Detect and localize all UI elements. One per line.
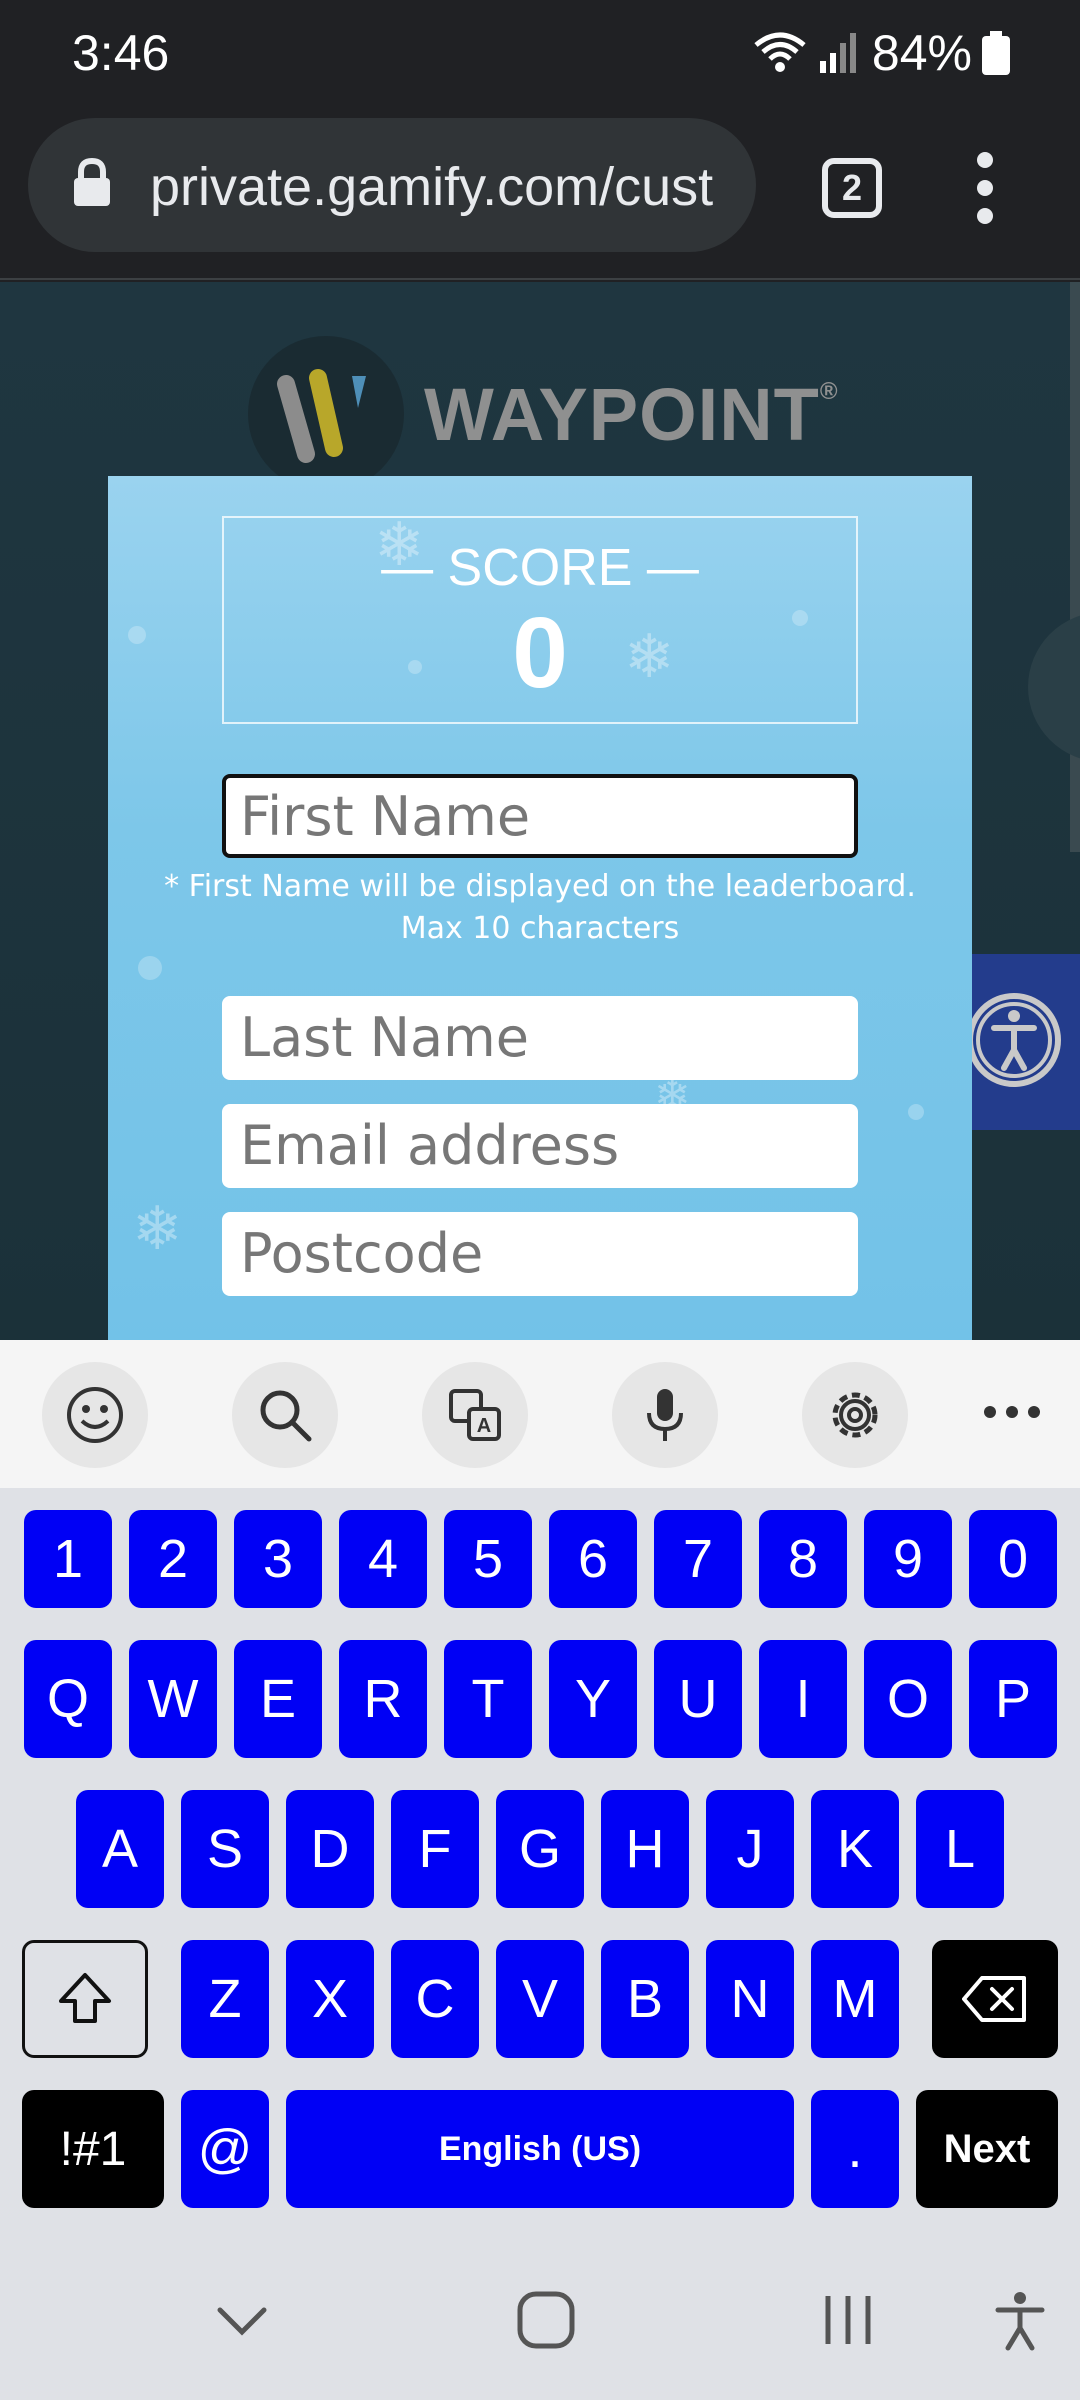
more-icon[interactable]: [984, 1406, 1040, 1418]
key-o[interactable]: O: [864, 1640, 952, 1758]
key-d[interactable]: D: [286, 1790, 374, 1908]
first-name-hint: * First Name will be displayed on the le…: [164, 869, 916, 946]
keyboard-toolbar: A: [0, 1340, 1080, 1488]
backspace-icon: [962, 1976, 1026, 2022]
accessibility-button[interactable]: [972, 954, 1080, 1130]
backspace-key[interactable]: [932, 1940, 1058, 2058]
recents-icon[interactable]: [816, 2288, 880, 2352]
hide-keyboard-icon[interactable]: [210, 2288, 274, 2352]
key-f[interactable]: F: [391, 1790, 479, 1908]
key-w[interactable]: W: [129, 1640, 217, 1758]
key-j[interactable]: J: [706, 1790, 794, 1908]
waypoint-logo: WAYPOINT®: [248, 336, 839, 492]
svg-text:A: A: [477, 1415, 491, 1437]
key-x[interactable]: X: [286, 1940, 374, 2058]
key-r[interactable]: R: [339, 1640, 427, 1758]
decorative-circle: [1028, 612, 1080, 762]
score-value: 0: [512, 597, 568, 709]
key-m[interactable]: M: [811, 1940, 899, 2058]
key-6[interactable]: 6: [549, 1510, 637, 1608]
at-key[interactable]: @: [181, 2090, 269, 2208]
key-4[interactable]: 4: [339, 1510, 427, 1608]
key-v[interactable]: V: [496, 1940, 584, 2058]
key-a[interactable]: A: [76, 1790, 164, 1908]
first-name-input[interactable]: First Name: [222, 774, 858, 858]
key-c[interactable]: C: [391, 1940, 479, 2058]
status-bar: 3:46 84%: [0, 0, 1080, 110]
wifi-icon: [754, 32, 806, 72]
settings-icon: [832, 1392, 878, 1438]
postcode-input[interactable]: Postcode: [222, 1212, 858, 1296]
snowflake-icon: ❄: [132, 1195, 183, 1262]
key-5[interactable]: 5: [444, 1510, 532, 1608]
key-z[interactable]: Z: [181, 1940, 269, 2058]
snow-dot: [138, 956, 162, 980]
translate-button[interactable]: A: [422, 1362, 528, 1468]
key-1[interactable]: 1: [24, 1510, 112, 1608]
emoji-icon: [67, 1387, 123, 1443]
score-form-card: ❄ ❄ ❄ ❄ — SCORE — 0 First Name * First N…: [108, 476, 972, 1340]
search-icon: [260, 1390, 312, 1442]
battery-icon: [982, 31, 1010, 75]
key-y[interactable]: Y: [549, 1640, 637, 1758]
lock-icon: [74, 158, 110, 206]
key-3[interactable]: 3: [234, 1510, 322, 1608]
key-s[interactable]: S: [181, 1790, 269, 1908]
symbols-key[interactable]: !#1: [22, 2090, 164, 2208]
key-0[interactable]: 0: [969, 1510, 1057, 1608]
battery-percent: 84%: [871, 25, 972, 81]
keyboard-settings-button[interactable]: [802, 1362, 908, 1468]
key-t[interactable]: T: [444, 1640, 532, 1758]
score-label: — SCORE —: [381, 539, 699, 597]
brand-name: WAYPOINT®: [424, 372, 839, 456]
key-b[interactable]: B: [601, 1940, 689, 2058]
last-name-input[interactable]: Last Name: [222, 996, 858, 1080]
snow-dot: [908, 1104, 924, 1120]
key-g[interactable]: G: [496, 1790, 584, 1908]
key-n[interactable]: N: [706, 1940, 794, 2058]
space-key[interactable]: English (US): [286, 2090, 794, 2208]
scrollbar[interactable]: [1070, 282, 1080, 852]
score-panel: — SCORE — 0: [222, 516, 858, 724]
tab-switcher-button[interactable]: 2: [822, 158, 882, 218]
key-q[interactable]: Q: [24, 1640, 112, 1758]
logo-mark-icon: [248, 336, 404, 492]
translate-icon: A: [449, 1389, 501, 1441]
key-8[interactable]: 8: [759, 1510, 847, 1608]
email-input[interactable]: Email address: [222, 1104, 858, 1188]
key-k[interactable]: K: [811, 1790, 899, 1908]
key-h[interactable]: H: [601, 1790, 689, 1908]
system-nav-bar: [0, 2268, 1080, 2400]
shift-icon: [59, 1973, 111, 2023]
key-p[interactable]: P: [969, 1640, 1057, 1758]
status-time: 3:46: [72, 25, 170, 81]
keyboard: 1 2 3 4 5 6 7 8 9 0 Q W E R T Y U I O P …: [0, 1488, 1080, 2284]
period-key[interactable]: .: [811, 2090, 899, 2208]
accessibility-icon: [972, 993, 1061, 1087]
snow-dot: [128, 626, 146, 644]
home-icon[interactable]: [514, 2288, 578, 2352]
web-page: WAYPOINT® ❄ ❄ ❄ ❄ — SCORE — 0 First Name…: [0, 282, 1080, 1340]
browser-toolbar: private.gamify.com/cust 2: [0, 110, 1080, 280]
voice-input-button[interactable]: [612, 1362, 718, 1468]
key-2[interactable]: 2: [129, 1510, 217, 1608]
search-button[interactable]: [232, 1362, 338, 1468]
microphone-icon: [647, 1389, 683, 1441]
url-text: private.gamify.com/cust: [150, 157, 714, 217]
key-9[interactable]: 9: [864, 1510, 952, 1608]
address-bar[interactable]: private.gamify.com/cust: [28, 118, 756, 252]
key-l[interactable]: L: [916, 1790, 1004, 1908]
key-e[interactable]: E: [234, 1640, 322, 1758]
key-u[interactable]: U: [654, 1640, 742, 1758]
status-icons: 84%: [752, 24, 1010, 82]
key-i[interactable]: I: [759, 1640, 847, 1758]
next-key[interactable]: Next: [916, 2090, 1058, 2208]
key-7[interactable]: 7: [654, 1510, 742, 1608]
overflow-menu-button[interactable]: [970, 152, 1000, 224]
emoji-button[interactable]: [42, 1362, 148, 1468]
shift-key[interactable]: [22, 1940, 148, 2058]
signal-icon: [819, 33, 856, 73]
accessibility-shortcut-icon[interactable]: [990, 2288, 1050, 2352]
